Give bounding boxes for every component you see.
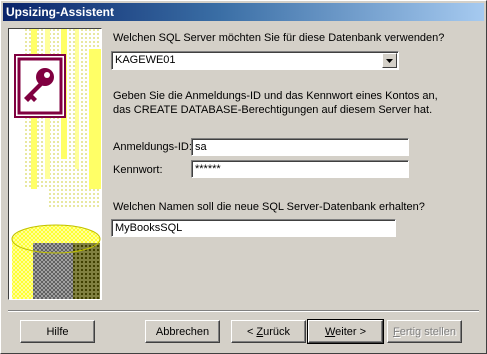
password-label: Kennwort:	[113, 164, 163, 176]
next-button-label: Weiter >	[324, 325, 367, 338]
wizard-illustration	[8, 28, 102, 300]
server-select[interactable]: KAGEWE01	[111, 51, 399, 70]
login-id-value: sa	[195, 141, 207, 153]
login-id-label: Anmeldungs-ID:	[113, 141, 192, 153]
password-field[interactable]: ******	[191, 160, 409, 178]
finish-button[interactable]: Fertig stellen	[387, 320, 462, 343]
database-question: Welchen Namen soll die neue SQL Server-D…	[113, 201, 425, 213]
server-question: Welchen SQL Server möchten Sie für diese…	[113, 32, 445, 44]
title-bar: Upsizing-Assistent	[3, 3, 484, 21]
chevron-down-icon[interactable]	[382, 53, 397, 68]
access-key-icon	[9, 29, 101, 299]
next-button[interactable]: Weiter >	[307, 319, 384, 344]
upsizing-wizard-window: Upsizing-Assistent Welchen SQL Server mö…	[0, 0, 487, 354]
finish-button-label: Fertig stellen	[393, 325, 456, 338]
login-id-field[interactable]: sa	[191, 138, 409, 156]
window-title: Upsizing-Assistent	[6, 5, 115, 19]
password-value: ******	[195, 163, 221, 175]
back-button[interactable]: < Zurück	[231, 320, 306, 343]
login-instruction: Geben Sie die Anmeldungs-ID und das Kenn…	[113, 89, 453, 117]
database-name-field[interactable]: MyBooksSQL	[111, 219, 396, 237]
server-select-value: KAGEWE01	[115, 54, 176, 66]
login-instruction-line1: Geben Sie die Anmeldungs-ID und das Kenn…	[113, 90, 438, 102]
help-button[interactable]: Hilfe	[20, 320, 95, 343]
back-button-label: < Zurück	[246, 325, 291, 338]
cancel-button[interactable]: Abbrechen	[145, 320, 220, 343]
database-name-value: MyBooksSQL	[115, 222, 183, 234]
login-instruction-line2: das CREATE DATABASE-Berechtigungen auf d…	[113, 104, 433, 116]
